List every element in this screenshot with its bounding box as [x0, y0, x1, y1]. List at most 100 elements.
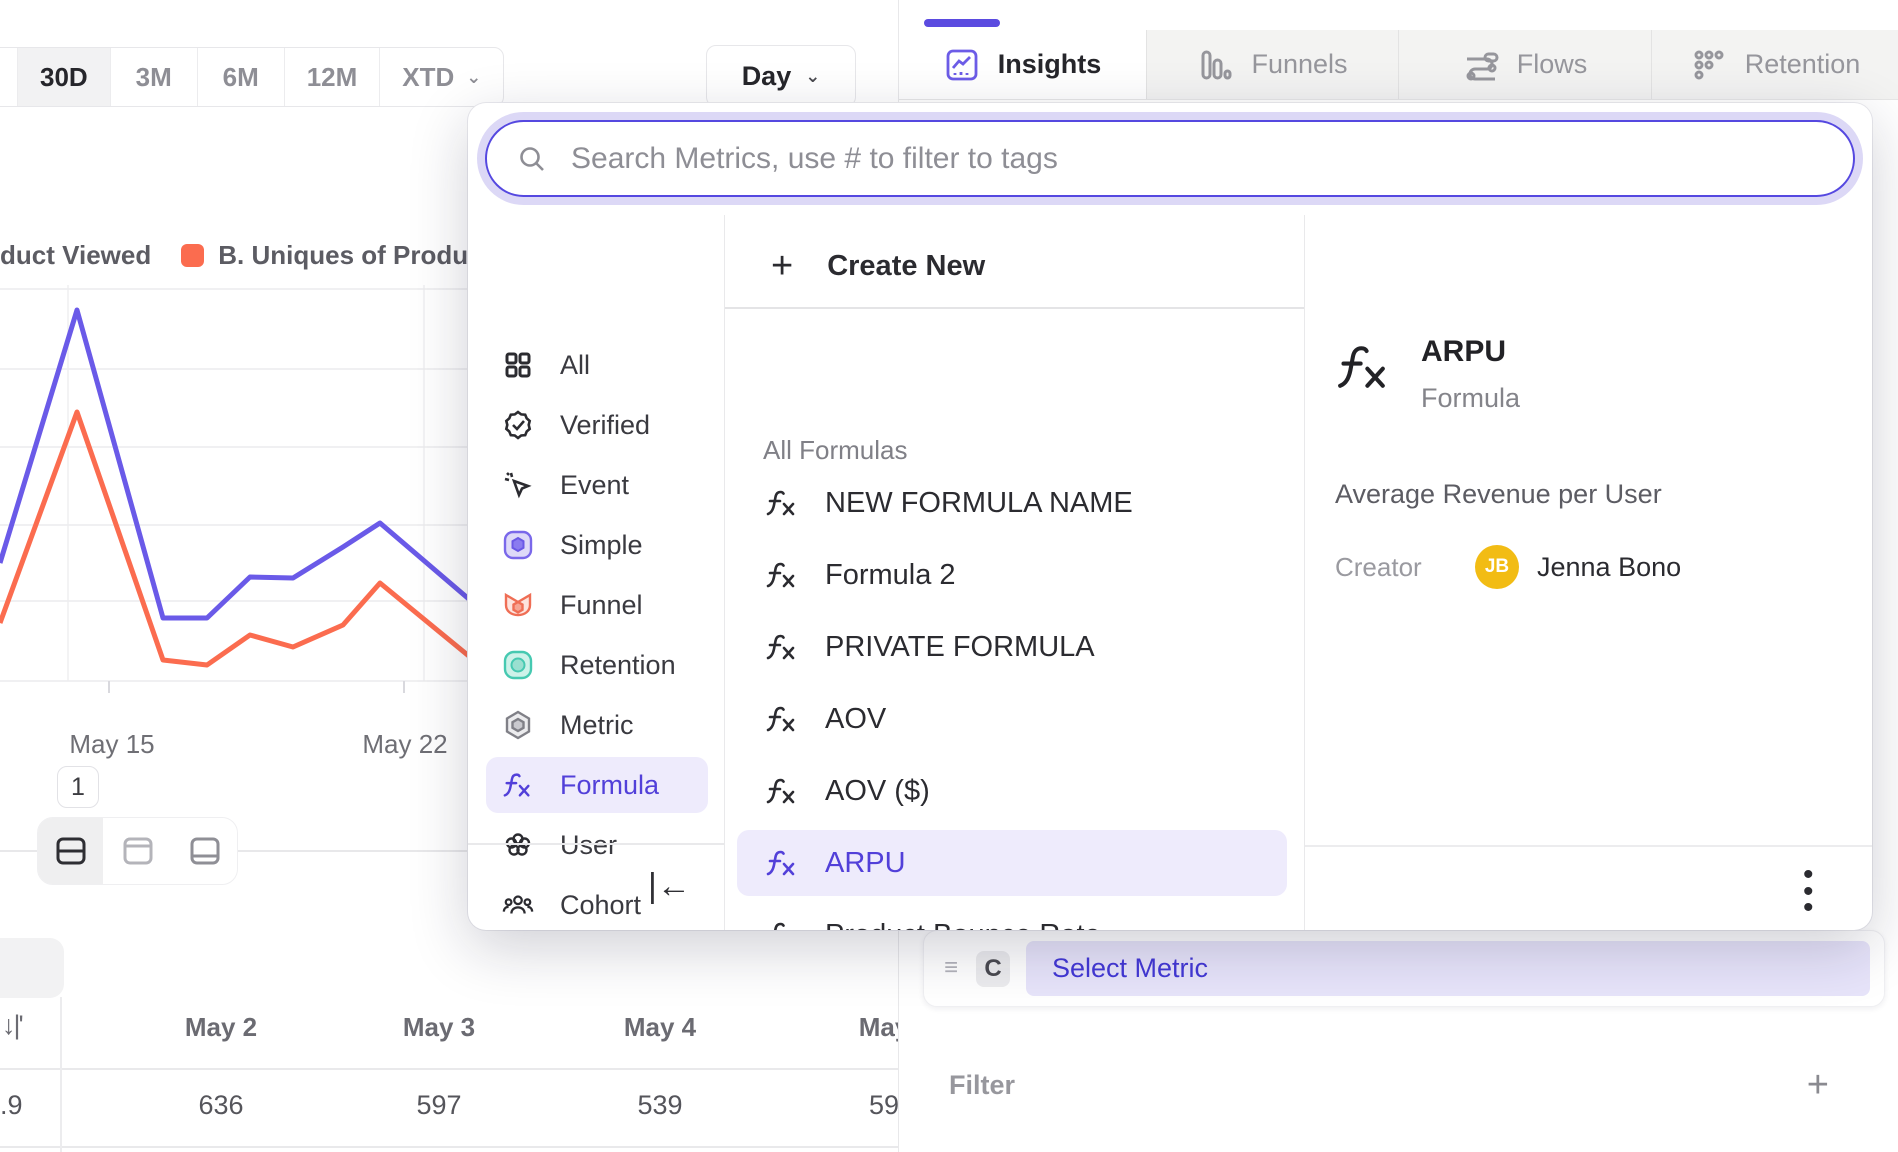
flows-icon: [1463, 47, 1499, 83]
formula-item-new-formula-name[interactable]: NEW FORMULA NAME: [737, 470, 1287, 536]
filter-label: Filter: [949, 1070, 1015, 1101]
date-range-option-3m[interactable]: 3M: [111, 48, 198, 106]
create-new-button[interactable]: + Create New: [771, 247, 985, 285]
formula-fx-icon: [502, 769, 534, 801]
date-range-option-cut[interactable]: [0, 48, 18, 106]
fx-icon: [765, 488, 799, 518]
sidebar-item-label: Retention: [560, 650, 676, 681]
sidebar-item-all[interactable]: All: [486, 337, 708, 393]
layout-top-bar-button[interactable]: [105, 818, 172, 884]
sidebar-item-label: Metric: [560, 710, 634, 741]
legend-series-b-swatch: [181, 244, 204, 267]
creator-row: Creator JB Jenna Bono: [1335, 545, 1681, 589]
fx-icon: [765, 776, 799, 806]
sidebar-item-event[interactable]: Event: [486, 457, 708, 513]
sidebar-item-formula[interactable]: Formula: [486, 757, 708, 813]
table-header-may2[interactable]: May 2: [185, 1012, 257, 1043]
layout-split-horizontal-button[interactable]: [38, 818, 105, 884]
date-range-option-xtd[interactable]: XTD ⌄: [380, 48, 503, 106]
table-value-may3: 597: [416, 1090, 461, 1121]
layout-bottom-bar-button[interactable]: [172, 818, 237, 884]
formula-item-product-bounce-rate[interactable]: Product Bounce Rate: [737, 902, 1287, 930]
tab-funnels-label: Funnels: [1251, 49, 1347, 80]
formula-item-formula-2[interactable]: Formula 2: [737, 542, 1287, 608]
detail-divider: [1305, 845, 1872, 847]
pagination-page-button[interactable]: 1: [57, 766, 99, 808]
metric-search-container: [485, 120, 1855, 197]
formula-item-label: AOV ($): [825, 775, 930, 808]
collapse-sidebar-icon[interactable]: |←: [648, 867, 691, 906]
funnel-icon: [502, 589, 534, 621]
sidebar-item-funnel[interactable]: Funnel: [486, 577, 708, 633]
chart-line-icon: [944, 47, 980, 83]
formula-item-aov[interactable]: AOV: [737, 686, 1287, 752]
creator-label: Creator: [1335, 552, 1475, 583]
legend-series-a-label[interactable]: duct Viewed: [0, 240, 151, 271]
drag-handle-icon[interactable]: ≡: [944, 961, 966, 975]
split-horizontal-icon: [55, 835, 87, 867]
sidebar-item-label: Verified: [560, 410, 650, 441]
sidebar-item-label: Event: [560, 470, 629, 501]
tab-flows[interactable]: Flows: [1399, 30, 1652, 99]
user-cluster-icon: [502, 829, 534, 861]
fx-icon: [765, 848, 799, 878]
layout-toggle-group: [37, 817, 238, 885]
metric-hexagon-icon: [502, 709, 534, 741]
table-header-may3[interactable]: May 3: [403, 1012, 475, 1043]
formula-item-label: Product Bounce Rate: [825, 919, 1101, 931]
formula-item-aov-dollar[interactable]: AOV ($): [737, 758, 1287, 824]
active-tab-indicator: [924, 19, 1000, 27]
search-icon: [517, 144, 547, 174]
sort-icon[interactable]: ↓|': [2, 1010, 22, 1041]
chevron-down-icon: ⌄: [805, 66, 820, 87]
formula-item-label: PRIVATE FORMULA: [825, 631, 1095, 664]
cohort-people-icon: [502, 889, 534, 921]
kebab-menu-icon[interactable]: •••: [1803, 867, 1814, 917]
metric-detail-panel: ARPU Formula Average Revenue per User Cr…: [1305, 215, 1872, 930]
line-chart-area[interactable]: May 15 May 22: [0, 285, 470, 755]
event-cursor-icon: [502, 469, 534, 501]
formula-item-arpu[interactable]: ARPU: [737, 830, 1287, 896]
top-bar-layout-icon: [122, 835, 154, 867]
creator-avatar: JB: [1475, 545, 1519, 589]
table-value-may-cut: 59: [869, 1090, 899, 1121]
date-range-option-12m[interactable]: 12M: [285, 48, 381, 106]
add-filter-icon[interactable]: +: [1807, 1064, 1829, 1107]
table-header-may4[interactable]: May 4: [624, 1012, 696, 1043]
metric-search-input[interactable]: [571, 142, 1823, 176]
metric-row-card: ≡ C Select Metric: [923, 930, 1885, 1007]
date-range-option-6m[interactable]: 6M: [198, 48, 285, 106]
date-range-control: 30D 3M 6M 12M XTD ⌄: [0, 47, 504, 107]
table-tab-shape[interactable]: [0, 938, 64, 998]
select-metric-field[interactable]: Select Metric: [1026, 941, 1870, 996]
metric-letter-badge: C: [976, 951, 1010, 987]
verified-badge-icon: [502, 409, 534, 441]
granularity-dropdown[interactable]: Day ⌄: [706, 45, 856, 107]
legend-series-b-label[interactable]: B. Uniques of Product Add: [218, 240, 470, 271]
sidebar-item-metric[interactable]: Metric: [486, 697, 708, 753]
sidebar-item-verified[interactable]: Verified: [486, 397, 708, 453]
table-value-partial: .9: [0, 1090, 23, 1121]
sidebar-item-label: Cohort: [560, 890, 641, 921]
sidebar-item-simple[interactable]: Simple: [486, 517, 708, 573]
tab-funnels[interactable]: Funnels: [1147, 30, 1399, 99]
list-section-label: All Formulas: [763, 435, 907, 466]
sidebar-item-label: Simple: [560, 530, 643, 561]
tab-insights[interactable]: Insights: [899, 30, 1147, 99]
tab-retention[interactable]: Retention: [1652, 30, 1898, 99]
sidebar-item-user[interactable]: User: [486, 817, 708, 873]
retention-dots-icon: [1691, 47, 1727, 83]
series-line: [0, 310, 470, 618]
sidebar-item-label: Formula: [560, 770, 659, 801]
sidebar-item-label: User: [560, 830, 617, 861]
x-axis-tick-may22: May 22: [362, 729, 447, 760]
sidebar-item-retention[interactable]: Retention: [486, 637, 708, 693]
sidebar-item-label: All: [560, 350, 590, 381]
formula-item-private-formula[interactable]: PRIVATE FORMULA: [737, 614, 1287, 680]
detail-description: Average Revenue per User: [1335, 479, 1662, 510]
granularity-label: Day: [742, 61, 792, 92]
tab-insights-label: Insights: [998, 49, 1102, 80]
date-range-option-30d[interactable]: 30D: [18, 48, 111, 106]
metric-picker-modal: All Verified Event Simple Funnel Retenti…: [468, 103, 1872, 930]
formula-list-column: + Create New All Formulas NEW FORMULA NA…: [725, 215, 1305, 930]
